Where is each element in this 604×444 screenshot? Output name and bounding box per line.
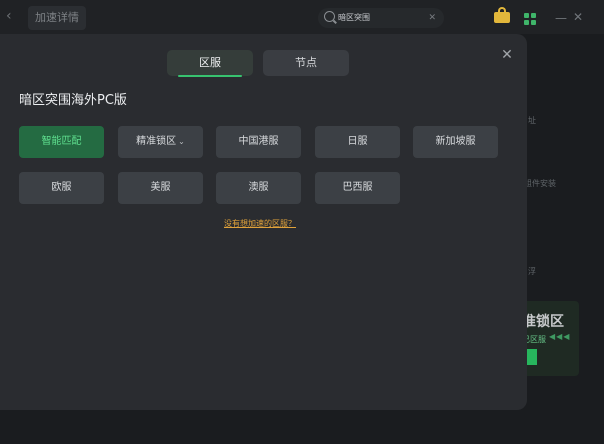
tab-accel-details[interactable]: 加速详情 (28, 6, 86, 30)
tab-node[interactable]: 节点 (263, 50, 349, 76)
region-select-modal: 区服 节点 ✕ 暗区突围海外PC版 智能匹配 精准锁区 ⌄ 中国港服 日服 新加坡… (0, 34, 527, 410)
promo-title: 准锁区 (522, 314, 564, 330)
tab-node-label: 节点 (295, 56, 317, 69)
search-value: 暗区突围 (338, 13, 370, 22)
apps-grid-icon[interactable] (524, 13, 536, 25)
search-input[interactable]: 暗区突围 ✕ (318, 8, 444, 28)
option-label: 欧服 (51, 182, 72, 193)
option-eu-server[interactable]: 欧服 (19, 172, 104, 204)
option-label: 澳服 (248, 182, 269, 193)
search-icon (324, 11, 335, 22)
option-label: 精准锁区 (136, 136, 177, 147)
game-title: 暗区突围海外PC版 (19, 93, 127, 108)
background-text: 浮 (528, 267, 536, 276)
background-text: 址 (528, 116, 536, 125)
option-hk-server[interactable]: 中国港服 (216, 126, 301, 158)
active-tab-underline (178, 75, 242, 77)
option-jp-server[interactable]: 日服 (315, 126, 400, 158)
back-arrow-icon[interactable]: ‹ (6, 9, 20, 23)
window-close-icon[interactable]: ✕ (573, 10, 583, 24)
option-au-server[interactable]: 澳服 (216, 172, 301, 204)
option-smart-match[interactable]: 智能匹配 (19, 126, 104, 158)
app-topbar: ‹ 加速详情 暗区突围 ✕ — ✕ (0, 0, 604, 34)
chevron-down-icon: ⌄ (178, 137, 185, 146)
gift-icon[interactable] (494, 7, 510, 23)
option-label: 日服 (347, 136, 368, 147)
missing-region-link[interactable]: 没有想加速的区服？ (224, 218, 296, 229)
promo-arrows-icon: ◀◀◀ (549, 332, 571, 341)
option-us-server[interactable]: 美服 (118, 172, 203, 204)
option-precise-lock-dropdown[interactable]: 精准锁区 ⌄ (118, 126, 203, 158)
tab-region-label: 区服 (199, 56, 221, 69)
minimize-icon[interactable]: — (555, 11, 567, 25)
option-label: 中国港服 (238, 136, 279, 147)
option-label: 巴西服 (342, 182, 373, 193)
clear-icon[interactable]: ✕ (428, 8, 436, 28)
close-icon[interactable]: ✕ (500, 48, 514, 62)
option-sg-server[interactable]: 新加坡服 (413, 126, 498, 158)
tab-region[interactable]: 区服 (167, 50, 253, 77)
background-text: 组件安装 (524, 179, 556, 188)
option-label: 新加坡服 (435, 136, 476, 147)
option-label: 智能匹配 (41, 136, 82, 147)
option-label: 美服 (150, 182, 171, 193)
option-br-server[interactable]: 巴西服 (315, 172, 400, 204)
